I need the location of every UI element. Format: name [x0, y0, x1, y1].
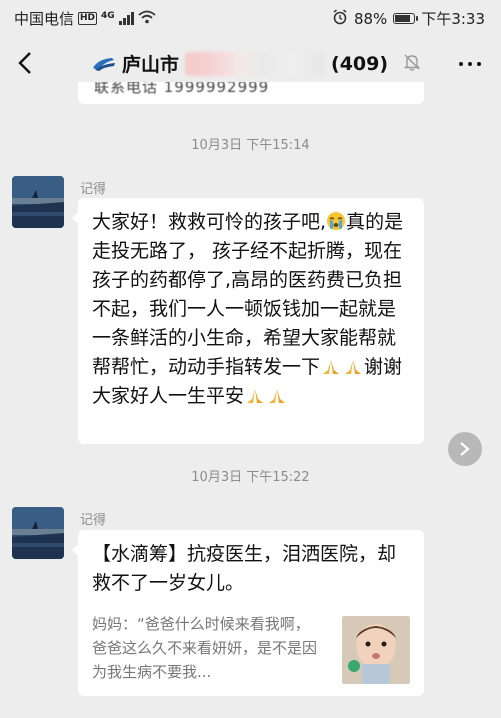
message-text-part: 真: [346, 211, 366, 233]
link-thumbnail: [342, 616, 410, 684]
avatar[interactable]: [12, 507, 64, 559]
link-card-bubble[interactable]: 【水滴筹】抗疫医生，泪洒医院，却救不了一岁女儿。 妈妈：“爸爸什么时候来看我啊，…: [72, 530, 424, 696]
message-text: 大家好！救救可怜的孩子吧, 真的是走投无路了， 孩子经不起折腾，现在孩子的药都停了…: [78, 198, 424, 421]
signal-icon: [118, 12, 134, 25]
timestamp: 10月3日 下午15:22: [191, 470, 310, 485]
crying-face-icon: [326, 211, 346, 231]
message-text-part: 大家好！救救可怜的孩子吧,: [92, 211, 327, 233]
link-description: 妈妈：“爸爸什么时候来看我啊，爸爸这么久不来看妍妍，是不是因为我生病不要我...: [92, 615, 318, 681]
battery-percent: 88%: [353, 9, 388, 28]
chat-title-prefix: 庐山市: [122, 54, 180, 76]
network-label: 4G: [101, 10, 115, 21]
previous-message-bubble[interactable]: 联系电话 1999992999: [78, 82, 424, 104]
sender-name: 记得: [80, 182, 107, 197]
back-arrow-icon: [18, 52, 31, 74]
carrier-label: 中国电信: [14, 10, 75, 28]
previous-message-text: 联系电话 1999992999: [94, 82, 270, 96]
mute-bell-icon: [403, 53, 421, 75]
wifi-icon: [138, 10, 156, 28]
forward-button[interactable]: [448, 432, 482, 466]
status-time: 下午3:33: [421, 10, 485, 28]
chat-title: 庐山市 (409): [92, 50, 421, 77]
sender-name: 记得: [80, 513, 107, 528]
praying-hands-icon: [244, 385, 266, 403]
hd-badge: HD: [78, 12, 98, 25]
status-bar: 中国电信 HD 4G 88% 下午3:33: [0, 0, 501, 34]
redacted-name: [185, 51, 326, 76]
member-count: (409): [331, 52, 389, 75]
more-icon[interactable]: [459, 62, 481, 66]
chevron-right-icon: [460, 442, 470, 456]
praying-hands-icon: [342, 356, 364, 374]
timestamp: 10月3日 下午15:14: [191, 138, 310, 153]
back-button[interactable]: [10, 46, 40, 80]
battery-icon: [393, 13, 419, 24]
group-chat-icon: [92, 56, 116, 72]
avatar[interactable]: [12, 176, 64, 228]
alarm-icon: [332, 8, 348, 29]
message-bubble[interactable]: 大家好！救救可怜的孩子吧, 真的是走投无路了， 孩子经不起折腾，现在孩子的药都停了…: [72, 198, 424, 444]
praying-hands-icon: [320, 356, 342, 374]
message-text-part: 的是走投无路了， 孩子经不起折腾，现在孩子的药都停了,高昂的医药费已负担不起，我…: [92, 211, 404, 378]
praying-hands-icon: [266, 385, 288, 403]
link-title: 【水滴筹】抗疫医生，泪洒医院，却救不了一岁女儿。: [92, 543, 397, 594]
